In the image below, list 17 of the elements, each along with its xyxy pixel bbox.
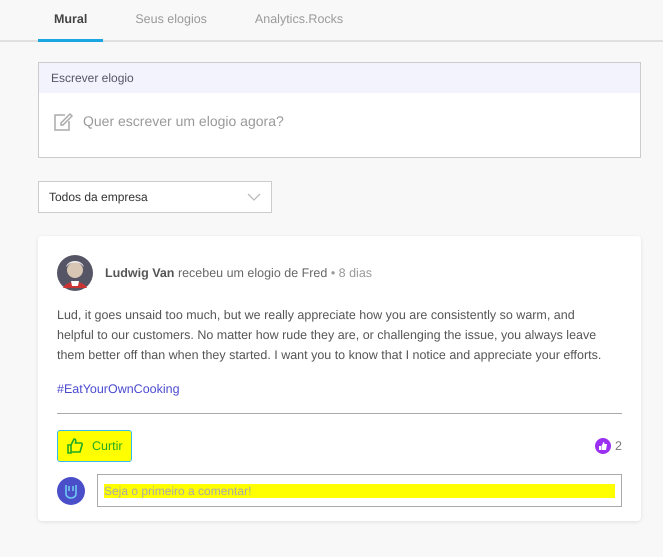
like-count: 2: [615, 438, 622, 455]
post-time: • 8 dias: [330, 266, 372, 280]
post-action: recebeu um elogio de Fred: [178, 266, 328, 280]
compose-panel[interactable]: Escrever elogio Quer escrever um elogio agora?: [38, 62, 641, 158]
hashtag-link[interactable]: #EatYourOwnCooking: [57, 382, 180, 396]
post-body: Lud, it goes unsaid too much, but we really appreciate how you are consistently so warm, and helpful to our customers. No matter how rude they are, or challenging the issue, you always leave them better off than when they started. I want you to know that I notice and appreciate your efforts.: [57, 307, 602, 364]
comment-field[interactable]: Seja o primeiro a comentar!: [97, 474, 622, 507]
filter-dropdown[interactable]: Todos da empresa: [38, 181, 272, 213]
thumbs-up-icon: [595, 438, 612, 454]
edit-icon: [53, 112, 73, 130]
author-name[interactable]: Ludwig Van: [105, 266, 174, 280]
thumbs-up-icon: [66, 437, 84, 455]
tab[interactable]: Mural: [38, 0, 104, 42]
compose-title: Escrever elogio: [39, 63, 640, 93]
user-avatar-icon: [57, 476, 85, 504]
compose-prompt: Quer escrever um elogio agora?: [83, 112, 284, 131]
chevron-down-icon: [247, 193, 261, 201]
